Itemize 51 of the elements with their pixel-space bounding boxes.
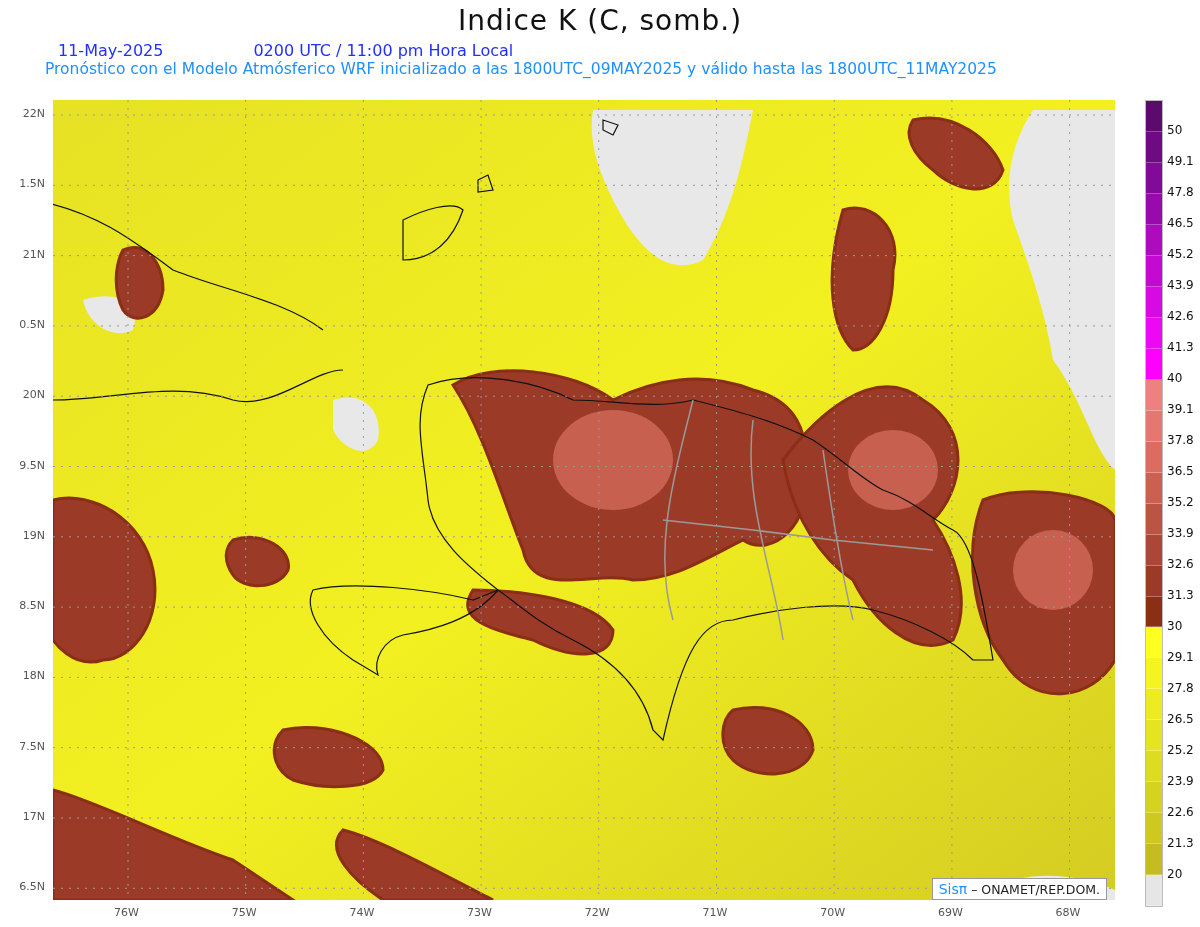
latitude-label: 17N [22, 810, 45, 823]
forecast-date: 11-May-2025 [58, 41, 164, 60]
legend-label: 36.5 [1166, 464, 1194, 480]
legend-label: 45.2 [1166, 247, 1194, 263]
legend-label: 25.2 [1166, 743, 1194, 759]
legend-label: 40 [1166, 371, 1184, 387]
legend-label: 43.9 [1166, 278, 1194, 294]
legend-label: 21.3 [1166, 836, 1194, 852]
legend-label: 20 [1166, 867, 1184, 883]
longitude-label: 74W [349, 906, 375, 919]
latitude-label: 9.5N [19, 458, 45, 472]
longitude-label: 75W [231, 906, 257, 919]
legend-label: 41.3 [1166, 340, 1194, 356]
legend-label: 33.9 [1166, 526, 1194, 542]
latitude-label: 7.5N [19, 739, 45, 753]
legend-label: 29.1 [1166, 650, 1194, 666]
longitude-label: 73W [467, 906, 492, 919]
longitude-label: 70W [820, 906, 846, 919]
legend-label: 46.5 [1166, 216, 1194, 232]
legend-label: 22.6 [1166, 805, 1194, 821]
latitude-label: 0.5N [19, 317, 45, 331]
legend-label: 42.6 [1166, 309, 1194, 325]
longitude-label: 69W [937, 906, 963, 919]
legend-label: 23.9 [1166, 774, 1194, 790]
longitude-label: 68W [1055, 906, 1081, 919]
legend-label: 30 [1166, 619, 1184, 635]
legend-label: 32.6 [1166, 557, 1194, 573]
legend-label: 31.3 [1166, 588, 1194, 604]
latitude-label: 18N [22, 669, 45, 683]
latitude-label: 21N [22, 247, 45, 261]
legend-label: 39.1 [1166, 402, 1194, 418]
latitude-label: 22N [22, 107, 45, 120]
credit-label: Sisπ – ONAMET/REP.DOM. [931, 878, 1107, 900]
longitude-label: 72W [584, 906, 610, 919]
legend-label: 37.8 [1166, 433, 1194, 449]
legend-label: 35.2 [1166, 495, 1194, 511]
latitude-label: 8.5N [19, 599, 45, 613]
longitude-label: 76W [114, 906, 139, 919]
legend-label: 27.8 [1166, 681, 1194, 697]
legend-label: 47.8 [1166, 185, 1194, 201]
legend-label: 49.1 [1166, 154, 1194, 170]
latitude-label: 19N [22, 528, 45, 542]
latitude-label: 6.5N [19, 880, 45, 894]
longitude-label: 71W [702, 906, 728, 919]
chart-title: Indice K (C, somb.) [456, 3, 744, 37]
latitude-label: 1.5N [19, 177, 45, 191]
forecast-description: Pronóstico con el Modelo Atmósferico WRF inicializado a las 1800UTC_09MAY2025 y válido hasta las 1800UTC_11MAY2025 [44, 60, 998, 78]
legend-label: 50 [1166, 123, 1184, 139]
forecast-time: 0200 UTC / 11:00 pm Hora Local [253, 41, 514, 60]
legend-label: 26.5 [1166, 712, 1194, 728]
latitude-label: 20N [22, 388, 45, 402]
